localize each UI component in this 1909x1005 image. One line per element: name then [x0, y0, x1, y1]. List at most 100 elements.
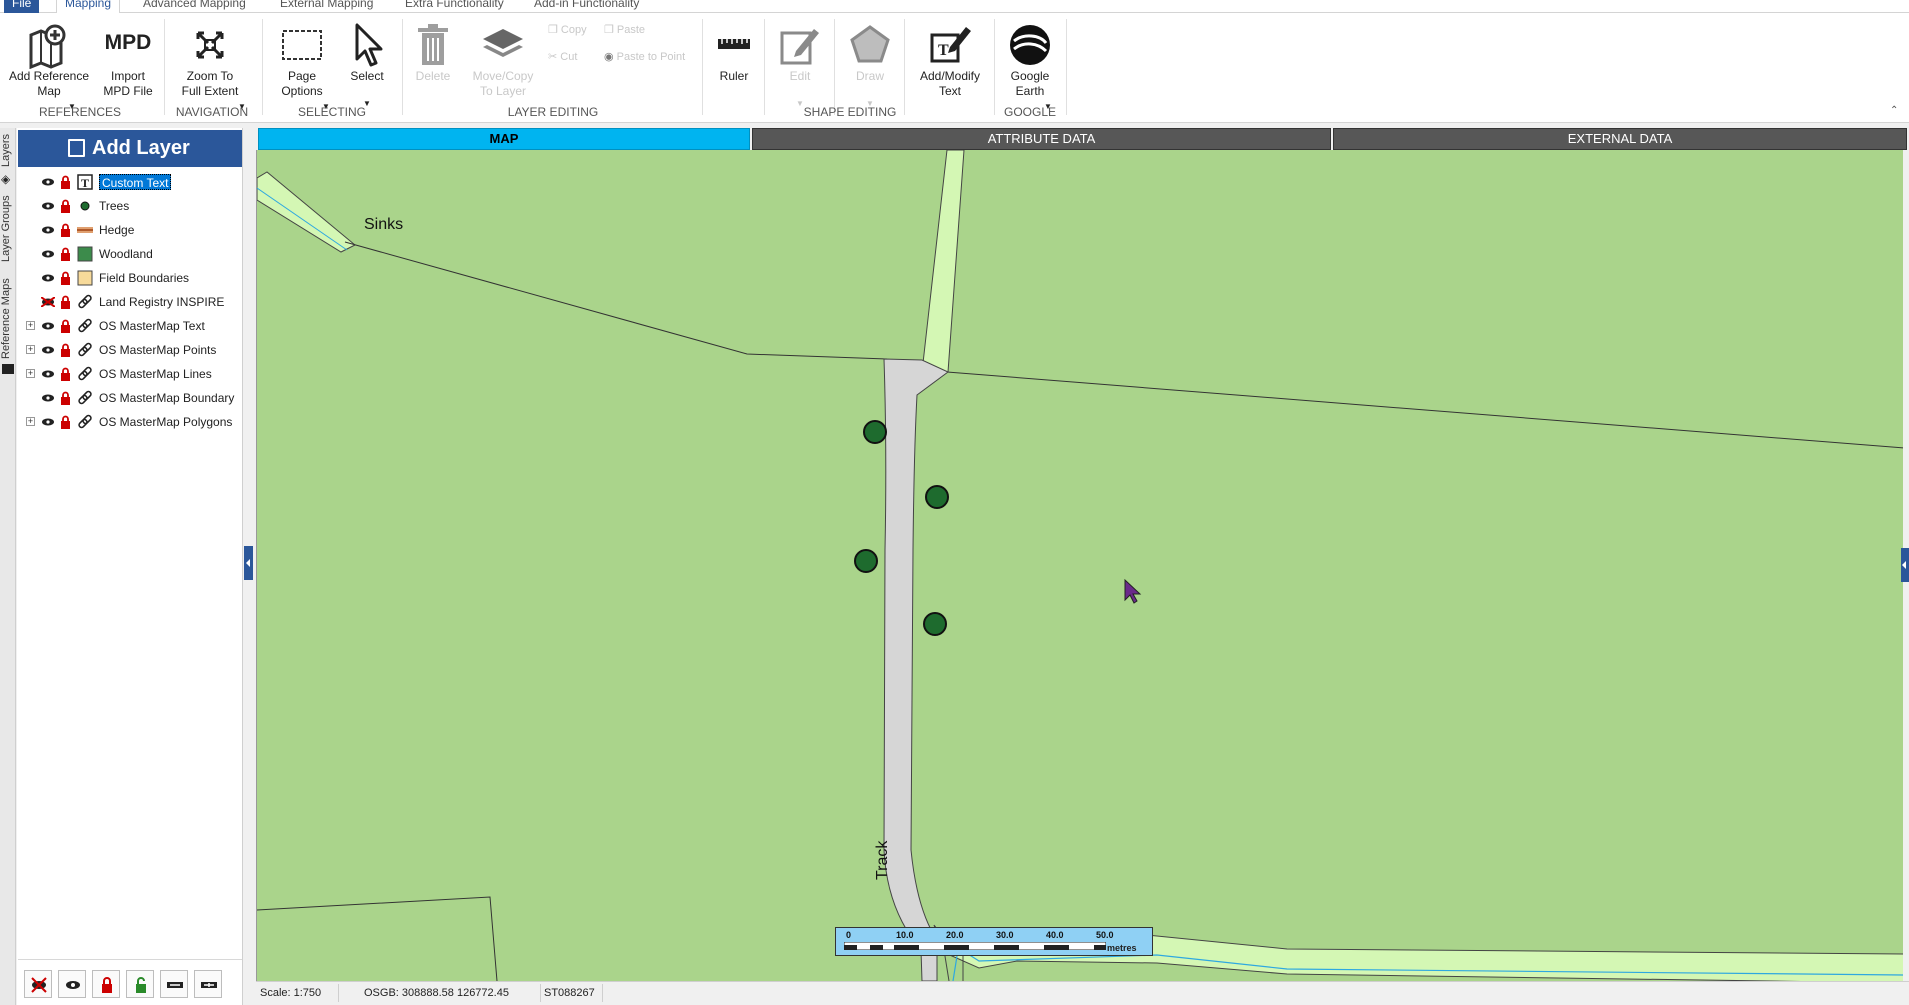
ruler-label: Ruler [719, 69, 749, 83]
lock-icon[interactable] [60, 247, 71, 261]
unlock-all-button[interactable] [126, 970, 154, 998]
scale-bar-tick-label: 50.0 [1096, 930, 1114, 940]
add-reference-map-button[interactable]: Add Reference Map ▼ [6, 21, 92, 111]
group-label-references: REFERENCES [38, 105, 121, 119]
layer-row[interactable]: T Custom Text [17, 171, 241, 193]
expand-toggle-icon[interactable]: + [26, 345, 35, 354]
lock-icon[interactable] [60, 271, 71, 285]
menu-tab-addin-functionality[interactable]: Add-in Functionality [526, 0, 647, 13]
import-mpd-button[interactable]: MPD Import MPD File [100, 21, 156, 99]
expand-all-button[interactable] [194, 970, 222, 998]
zoom-full-extent-button[interactable]: Zoom To Full Extent ▼ [172, 21, 248, 111]
group-label-layer-editing: LAYER EDITING [507, 105, 599, 119]
hide-all-button[interactable] [24, 970, 52, 998]
delete-button[interactable]: Delete [408, 21, 458, 84]
move-copy-to-layer-button[interactable]: Move/Copy To Layer [468, 21, 538, 99]
side-tab-reference-maps[interactable]: Reference Maps [0, 276, 16, 362]
menu-tab-file[interactable]: File [4, 0, 40, 13]
menu-tab-extra-functionality[interactable]: Extra Functionality [397, 0, 512, 13]
layer-row[interactable]: + OS MasterMap Lines [17, 363, 241, 385]
eye-icon[interactable] [41, 177, 55, 187]
layer-name[interactable]: Custom Text [99, 174, 172, 190]
collapse-right-panel-handle[interactable] [1901, 548, 1909, 582]
lock-icon[interactable] [60, 223, 71, 237]
collapse-panel-handle[interactable] [244, 546, 253, 580]
lock-icon[interactable] [60, 343, 71, 357]
collapse-ribbon-icon[interactable]: ⌃ [1890, 105, 1898, 116]
layer-row[interactable]: + OS MasterMap Points [17, 339, 241, 361]
add-layer-button[interactable]: Add Layer [18, 130, 242, 167]
layer-row[interactable]: Trees [17, 195, 241, 217]
scale-bar-tick-label: 10.0 [896, 930, 914, 940]
copy-button[interactable]: ❐ Copy [548, 23, 587, 36]
layer-name[interactable]: OS MasterMap Polygons [99, 411, 232, 433]
group-separator [764, 19, 765, 115]
menu-tab-mapping[interactable]: Mapping [56, 0, 121, 13]
layer-row[interactable]: OS MasterMap Boundary [17, 387, 241, 409]
layer-name[interactable]: OS MasterMap Lines [99, 363, 212, 385]
tab-map[interactable]: MAP [258, 128, 750, 150]
layer-name[interactable]: OS MasterMap Points [99, 339, 216, 361]
lock-all-button[interactable] [92, 970, 120, 998]
field-boundary-line [257, 896, 498, 981]
expand-toggle-icon[interactable]: + [26, 321, 35, 330]
layer-name[interactable]: OS MasterMap Boundary [99, 387, 234, 409]
eye-icon[interactable] [41, 225, 55, 235]
lock-icon[interactable] [60, 175, 71, 189]
group-label-selecting: SELECTING [297, 105, 366, 119]
panel-splitter[interactable] [244, 128, 256, 1005]
layer-name[interactable]: OS MasterMap Text [99, 315, 205, 337]
layer-row[interactable]: Field Boundaries [17, 267, 241, 289]
eye-icon[interactable] [41, 345, 55, 355]
group-separator [1066, 19, 1067, 115]
layer-name[interactable]: Hedge [99, 219, 134, 241]
paste-to-point-button[interactable]: ◉ Paste to Point [604, 50, 685, 63]
add-modify-text-button[interactable]: T Add/Modify Text [910, 21, 990, 99]
side-tab-layer-groups[interactable]: Layer Groups [0, 192, 16, 266]
layer-name[interactable]: Trees [99, 195, 129, 217]
lock-icon[interactable] [60, 199, 71, 213]
layer-row[interactable]: Woodland [17, 243, 241, 265]
collapse-all-button[interactable] [160, 970, 188, 998]
paste-to-point-label: Paste to Point [616, 51, 686, 63]
side-tab-layers[interactable]: Layers [0, 130, 16, 170]
layer-row[interactable]: + OS MasterMap Text [17, 315, 241, 337]
eye-icon[interactable] [41, 321, 55, 331]
cut-button[interactable]: ✂ Cut [548, 50, 577, 63]
edit-button[interactable]: Edit ▼ [772, 21, 828, 108]
expand-toggle-icon[interactable]: + [26, 369, 35, 378]
menu-tab-advanced-mapping[interactable]: Advanced Mapping [135, 0, 254, 13]
paste-button[interactable]: ❐ Paste [604, 23, 645, 36]
layer-row[interactable]: Land Registry INSPIRE [17, 291, 241, 313]
eye-icon[interactable] [41, 417, 55, 427]
hidden-eye-icon[interactable] [41, 297, 55, 307]
lock-icon[interactable] [60, 319, 71, 333]
layer-name[interactable]: Field Boundaries [99, 267, 189, 289]
eye-icon[interactable] [41, 393, 55, 403]
select-button[interactable]: Select ▼ [342, 21, 392, 108]
page-options-button[interactable]: Page Options ▼ [270, 21, 334, 111]
tab-external-data[interactable]: EXTERNAL DATA [1333, 128, 1907, 150]
show-all-button[interactable] [58, 970, 86, 998]
eye-icon[interactable] [41, 369, 55, 379]
tab-attribute-data[interactable]: ATTRIBUTE DATA [752, 128, 1331, 150]
layers-stack-icon: ◈ [1, 172, 11, 186]
lock-icon[interactable] [60, 367, 71, 381]
layer-name[interactable]: Land Registry INSPIRE [99, 291, 224, 313]
menu-tab-external-mapping[interactable]: External Mapping [272, 0, 381, 13]
layer-name[interactable]: Woodland [99, 243, 153, 265]
map-canvas[interactable]: Sinks Track 0 10.0 20.0 30.0 40.0 50.0 metres [256, 150, 1903, 981]
layer-row[interactable]: Hedge [17, 219, 241, 241]
google-earth-button[interactable]: Google Earth ▼ [1000, 21, 1060, 111]
lock-icon[interactable] [60, 415, 71, 429]
eye-icon[interactable] [41, 249, 55, 259]
ruler-button[interactable]: Ruler [710, 21, 758, 84]
eye-icon[interactable] [41, 273, 55, 283]
layer-row[interactable]: + OS MasterMap Polygons [17, 411, 241, 433]
eye-icon[interactable] [41, 201, 55, 211]
lock-icon[interactable] [60, 295, 71, 309]
lock-icon[interactable] [60, 391, 71, 405]
mouse-cursor-icon [1124, 578, 1142, 604]
draw-button[interactable]: Draw ▼ [842, 21, 898, 108]
expand-toggle-icon[interactable]: + [26, 417, 35, 426]
